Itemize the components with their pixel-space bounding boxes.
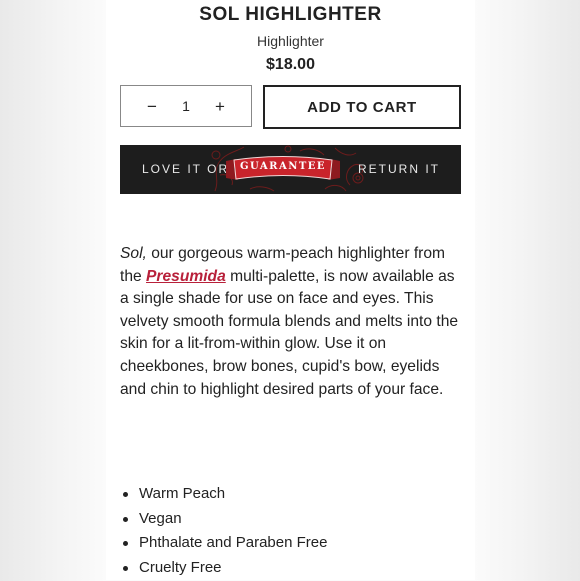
bullet-icon	[123, 517, 128, 522]
bullet-icon	[123, 541, 128, 546]
guarantee-badge-text: GUARANTEE	[226, 161, 340, 172]
description-text-2: multi-palette, is now available as a sin…	[120, 268, 458, 398]
bullet-icon	[123, 492, 128, 497]
product-title: SOL HIGHLIGHTER	[106, 4, 475, 26]
bullet-icon	[123, 566, 128, 571]
guarantee-right-text: RETURN IT	[358, 162, 440, 176]
list-item: Warm Peach	[120, 483, 327, 508]
product-subtitle: Highlighter	[106, 33, 475, 49]
increase-quantity-button[interactable]: +	[215, 98, 225, 115]
product-price: $18.00	[106, 56, 475, 74]
feature-label: Phthalate and Paraben Free	[139, 534, 327, 551]
product-card: SOL HIGHLIGHTER Highlighter $18.00 − 1 +…	[106, 0, 475, 580]
feature-list: Warm Peach Vegan Phthalate and Paraben F…	[120, 483, 327, 581]
description-intro: Sol,	[120, 245, 147, 262]
feature-label: Vegan	[139, 510, 182, 527]
guarantee-banner: LOVE IT OR GUARANTEE RETURN IT	[120, 145, 461, 194]
feature-label: Cruelty Free	[139, 559, 222, 576]
add-to-cart-button[interactable]: ADD TO CART	[263, 85, 461, 129]
quantity-stepper[interactable]: − 1 +	[120, 85, 252, 127]
presumida-link[interactable]: Presumida	[146, 268, 226, 285]
quantity-value[interactable]: 1	[182, 98, 190, 114]
guarantee-left-text: LOVE IT OR	[142, 162, 229, 176]
decrease-quantity-button[interactable]: −	[147, 98, 157, 115]
list-item: Phthalate and Paraben Free	[120, 532, 327, 557]
list-item: Cruelty Free	[120, 557, 327, 581]
product-description: Sol, our gorgeous warm-peach highlighter…	[120, 243, 465, 401]
feature-label: Warm Peach	[139, 485, 225, 502]
list-item: Vegan	[120, 508, 327, 533]
